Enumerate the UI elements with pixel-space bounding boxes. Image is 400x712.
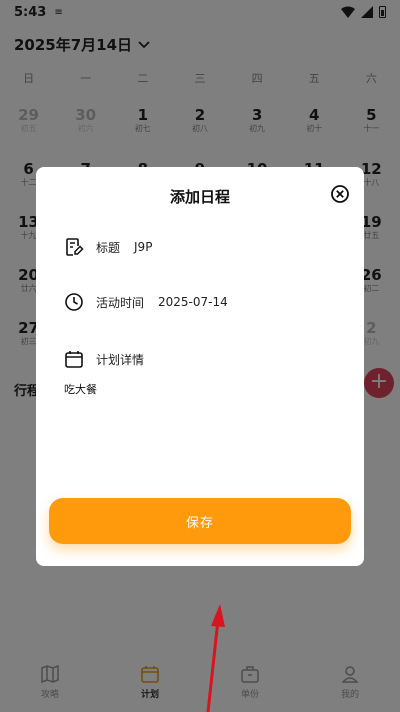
edit-document-icon xyxy=(66,238,84,256)
title-value: J9P xyxy=(134,240,153,254)
title-label: 标题 xyxy=(96,240,121,255)
title-field[interactable]: 标题 J9P xyxy=(64,237,152,257)
clock-icon xyxy=(65,293,83,311)
activity-time-field[interactable]: 活动时间 2025-07-14 xyxy=(64,292,228,312)
plan-detail-field: 计划详情 xyxy=(64,349,158,369)
dialog-title: 添加日程 xyxy=(169,188,230,206)
plan-detail-input[interactable]: 吃大餐 xyxy=(64,381,97,397)
annotation-arrow-icon xyxy=(206,604,225,712)
close-icon[interactable] xyxy=(330,184,350,204)
calendar-icon xyxy=(65,351,83,368)
add-schedule-dialog: 添加日程 标题 J9P 活动时间 2025-07-14 计划详情 吃大餐 保存 xyxy=(36,167,364,566)
time-value: 2025-07-14 xyxy=(158,295,228,309)
save-button[interactable]: 保存 xyxy=(49,498,351,544)
time-label: 活动时间 xyxy=(96,295,145,310)
detail-label: 计划详情 xyxy=(96,352,145,367)
